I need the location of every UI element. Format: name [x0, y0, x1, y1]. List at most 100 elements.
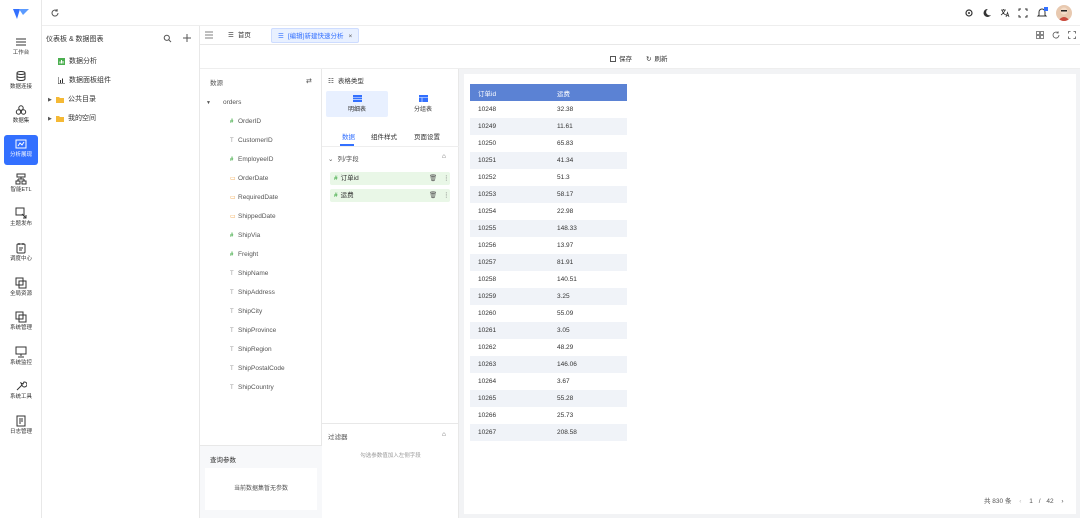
tree-item-data-analysis[interactable]: 数据分析	[58, 56, 97, 66]
chart-type-detail-table[interactable]: 明细表	[326, 91, 388, 117]
sidebar-item-resource[interactable]: 全局资源	[4, 274, 38, 304]
text-type-icon: T	[230, 385, 234, 391]
sidebar-item-monitor[interactable]: 系统监控	[4, 343, 38, 373]
notification-bell-icon[interactable]	[1036, 7, 1048, 19]
table-row[interactable]: 10255 148.33	[470, 220, 627, 237]
sidebar-item-etl[interactable]: 智能ETL	[4, 170, 38, 200]
table-row[interactable]: 10257 81.91	[470, 254, 627, 271]
field-item[interactable]: ▭ RequiredDate	[230, 194, 278, 201]
tab-data[interactable]: 数据	[342, 131, 355, 141]
tab-quick-analysis[interactable]: ☰ [编辑]新建快速分析 ×	[271, 28, 360, 43]
table-row[interactable]: 10258 140.51	[470, 271, 627, 288]
reload-icon[interactable]	[50, 8, 60, 18]
delete-icon[interactable]: 🗑	[429, 172, 437, 185]
table-row[interactable]: 10266 25.73	[470, 407, 627, 424]
chart-type-group-table[interactable]: 分组表	[392, 91, 454, 117]
search-icon[interactable]	[163, 34, 172, 43]
table-row[interactable]: 10260 55.09	[470, 305, 627, 322]
table-row[interactable]: 10256 13.97	[470, 237, 627, 254]
table-row[interactable]: 10250 65.83	[470, 135, 627, 152]
maximize-icon[interactable]	[1068, 31, 1076, 39]
avatar[interactable]	[1056, 5, 1072, 21]
sidebar-item-database[interactable]: 数据连接	[4, 67, 38, 97]
save-button[interactable]: 保存	[610, 53, 632, 63]
field-item[interactable]: T ShipName	[230, 270, 268, 277]
switch-source-icon[interactable]: ⇄	[306, 77, 312, 85]
sidebar-item-tools[interactable]: 系统工具	[4, 377, 38, 407]
field-item[interactable]: T CustomerID	[230, 137, 273, 144]
page-separator: /	[1038, 498, 1041, 505]
column-header[interactable]: 运费	[549, 84, 627, 101]
dark-mode-icon[interactable]	[982, 8, 992, 18]
resize-divider[interactable]	[322, 423, 459, 424]
sidebar-item-chart[interactable]: 分析展现	[4, 135, 38, 165]
field-item[interactable]: T ShipRegion	[230, 346, 272, 353]
prev-page-icon[interactable]: ‹	[1019, 498, 1021, 505]
table-row[interactable]: 10264 3.67	[470, 373, 627, 390]
freight-cell: 41.34	[549, 152, 627, 169]
sidebar-item-menu[interactable]: 工作台	[4, 33, 38, 63]
settings-icon[interactable]	[964, 8, 974, 18]
tab-component-style[interactable]: 组件样式	[371, 131, 397, 141]
table-node[interactable]: ▼ orders	[206, 99, 241, 106]
field-item[interactable]: # Freight	[230, 251, 258, 258]
column-chip-freight[interactable]: # 运费 🗑 ⋮	[330, 189, 450, 202]
field-item[interactable]: ▭ ShippedDate	[230, 213, 276, 220]
field-item[interactable]: T ShipPostalCode	[230, 365, 285, 372]
grid-view-icon[interactable]	[1036, 31, 1044, 39]
filter-clear-icon[interactable]: ⌂	[442, 431, 446, 438]
table-row[interactable]: 10262 48.29	[470, 339, 627, 356]
freight-cell: 22.98	[557, 208, 574, 215]
sidebar-item-dataset[interactable]: 数据集	[4, 101, 38, 131]
sidebar-item-schedule[interactable]: 调度中心	[4, 239, 38, 269]
app-logo[interactable]	[11, 6, 31, 22]
more-icon[interactable]: ⋮	[443, 189, 450, 202]
table-row[interactable]: 10253 58.17	[470, 186, 627, 203]
columns-clear-icon[interactable]: ⌂	[442, 153, 446, 160]
field-item[interactable]: T ShipProvince	[230, 327, 276, 334]
field-item[interactable]: T ShipCity	[230, 308, 262, 315]
sidebar-item-publish[interactable]: 主题发布	[4, 204, 38, 234]
caret-down-icon[interactable]: ▼	[206, 100, 211, 106]
field-item[interactable]: # OrderID	[230, 118, 261, 125]
table-row[interactable]: 10248 32.38	[470, 101, 627, 118]
table-row[interactable]: 10261 3.05	[470, 322, 627, 339]
table-row[interactable]: 10251 41.34	[470, 152, 627, 169]
field-item[interactable]: T ShipCountry	[230, 384, 274, 391]
refresh-button[interactable]: ↻ 刷新	[646, 53, 667, 63]
order-id-cell: 10254	[478, 208, 497, 215]
caret-right-icon[interactable]: ▶	[48, 116, 56, 122]
tree-item-my-space[interactable]: ▶ 我的空间	[48, 113, 96, 123]
more-icon[interactable]: ⋮	[443, 172, 450, 185]
add-icon[interactable]	[182, 33, 192, 43]
refresh-tab-icon[interactable]	[1052, 31, 1060, 39]
tree-item-public-folder[interactable]: ▶ 公共目录	[48, 94, 96, 104]
close-tab-icon[interactable]: ×	[348, 33, 352, 40]
next-page-icon[interactable]: ›	[1061, 498, 1063, 505]
columns-section-header[interactable]: ⌄ 列/字段	[328, 153, 359, 163]
tree-item-panel-components[interactable]: 数据面板组件	[58, 75, 111, 85]
table-row[interactable]: 10265 55.28	[470, 390, 627, 407]
sidebar-item-system[interactable]: 系统管理	[4, 308, 38, 338]
table-row[interactable]: 10259 3.25	[470, 288, 627, 305]
field-item[interactable]: T ShipAddress	[230, 289, 275, 296]
tab-home[interactable]: ☰ 首页	[222, 28, 257, 43]
tab-page-settings[interactable]: 页面设置	[414, 131, 440, 141]
sidebar-item-log[interactable]: 日志管理	[4, 412, 38, 442]
caret-right-icon[interactable]: ▶	[48, 97, 56, 103]
table-row[interactable]: 10249 11.61	[470, 118, 627, 135]
fullscreen-icon[interactable]	[1018, 8, 1028, 18]
table-row[interactable]: 10263 146.06	[470, 356, 627, 373]
field-item[interactable]: # EmployeeID	[230, 156, 273, 163]
collapse-sidebar-icon[interactable]	[205, 31, 213, 39]
field-item[interactable]: ▭ OrderDate	[230, 175, 268, 182]
delete-icon[interactable]: 🗑	[429, 189, 437, 202]
table-row[interactable]: 10254 22.98	[470, 203, 627, 220]
table-row[interactable]: 10267 208.58	[470, 424, 627, 441]
translate-icon[interactable]	[1000, 8, 1010, 18]
table-row[interactable]: 10252 51.3	[470, 169, 627, 186]
column-header[interactable]: 订单id	[470, 84, 549, 101]
current-page[interactable]: 1	[1029, 498, 1033, 505]
field-item[interactable]: # ShipVia	[230, 232, 260, 239]
column-chip-order-id[interactable]: # 订单id 🗑 ⋮	[330, 172, 450, 185]
